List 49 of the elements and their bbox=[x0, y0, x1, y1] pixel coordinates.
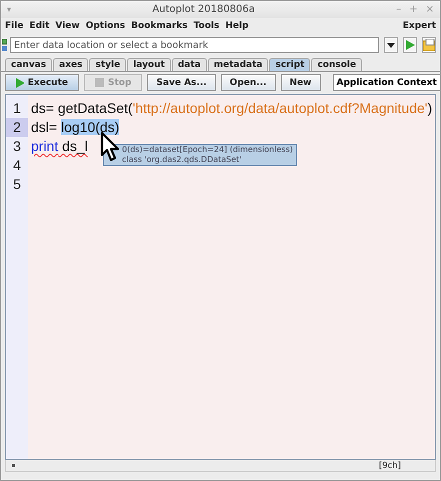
code-text: print bbox=[31, 138, 58, 154]
toolbar-button[interactable]: Save As... bbox=[147, 74, 216, 91]
toolbar-button[interactable]: Execute bbox=[5, 74, 79, 91]
code-editor[interactable]: 1 2 3 4 5 ds= getDataSet('http://autoplot.org/data/autoplot.cdf?Magnitude') dsl= log10(ds) print ds_l 0(ds)=dataset[Epoch=24] (dimensionless) class 'org.das2.qds.DDataSet' bbox=[5, 94, 436, 460]
menu-item[interactable]: File bbox=[5, 21, 24, 31]
tab[interactable]: layout bbox=[127, 58, 171, 71]
cursor-position: [9ch] bbox=[378, 460, 401, 470]
code-text: dsl= bbox=[31, 119, 58, 135]
tab[interactable]: script bbox=[269, 58, 310, 71]
stop-icon bbox=[95, 78, 104, 87]
address-field[interactable]: Enter data location or select a bookmark bbox=[10, 37, 379, 53]
code-text: ds= getDataSet( bbox=[31, 100, 133, 116]
menu-item[interactable]: Tools bbox=[194, 21, 220, 31]
status-icon bbox=[2, 39, 7, 51]
toolbar-button[interactable]: Open... bbox=[220, 74, 276, 91]
tab[interactable]: data bbox=[172, 58, 207, 71]
tab[interactable]: console bbox=[311, 58, 362, 71]
menu-item[interactable]: Help bbox=[225, 21, 249, 31]
dropdown-button[interactable] bbox=[384, 37, 398, 53]
menu-item[interactable]: Edit bbox=[29, 21, 50, 31]
line-number: 3 bbox=[12, 137, 22, 156]
menu-item[interactable]: Expert bbox=[402, 21, 436, 31]
play-icon bbox=[16, 78, 24, 88]
context-dropdown[interactable]: Application Context bbox=[332, 74, 440, 91]
play-button[interactable] bbox=[403, 37, 417, 53]
caret-icon bbox=[387, 42, 395, 48]
tab[interactable]: canvas bbox=[5, 58, 52, 71]
code-text: log10(ds) bbox=[60, 119, 120, 135]
tab[interactable]: metadata bbox=[208, 58, 268, 71]
tab[interactable]: style bbox=[89, 58, 126, 71]
code-text: ) bbox=[427, 100, 432, 116]
window-title: Autoplot 20180806a bbox=[151, 4, 256, 15]
code-text: ds_l bbox=[61, 138, 88, 154]
bookmarks-button[interactable] bbox=[422, 37, 436, 53]
line-number: 4 bbox=[12, 156, 22, 175]
menu-item[interactable]: Bookmarks bbox=[131, 21, 188, 31]
tooltip-text: 0(ds)=dataset[Epoch=24] (dimensionless) bbox=[121, 145, 293, 155]
toolbar-button[interactable]: New bbox=[280, 74, 320, 91]
tooltip-text: class 'org.das2.qds.DDataSet' bbox=[121, 155, 243, 165]
folder-icon bbox=[423, 39, 435, 51]
code-text: 'http://autoplot.org/data/autoplot.cdf?Magnitude' bbox=[132, 100, 428, 116]
status-marker-icon bbox=[12, 464, 15, 467]
line-number: 2 bbox=[6, 118, 28, 137]
line-number: 1 bbox=[12, 99, 22, 118]
play-icon bbox=[406, 40, 414, 50]
menu-item[interactable]: View bbox=[55, 21, 80, 31]
menu-item[interactable]: Options bbox=[86, 21, 126, 31]
line-number: 5 bbox=[12, 175, 22, 194]
tab[interactable]: axes bbox=[53, 58, 88, 71]
